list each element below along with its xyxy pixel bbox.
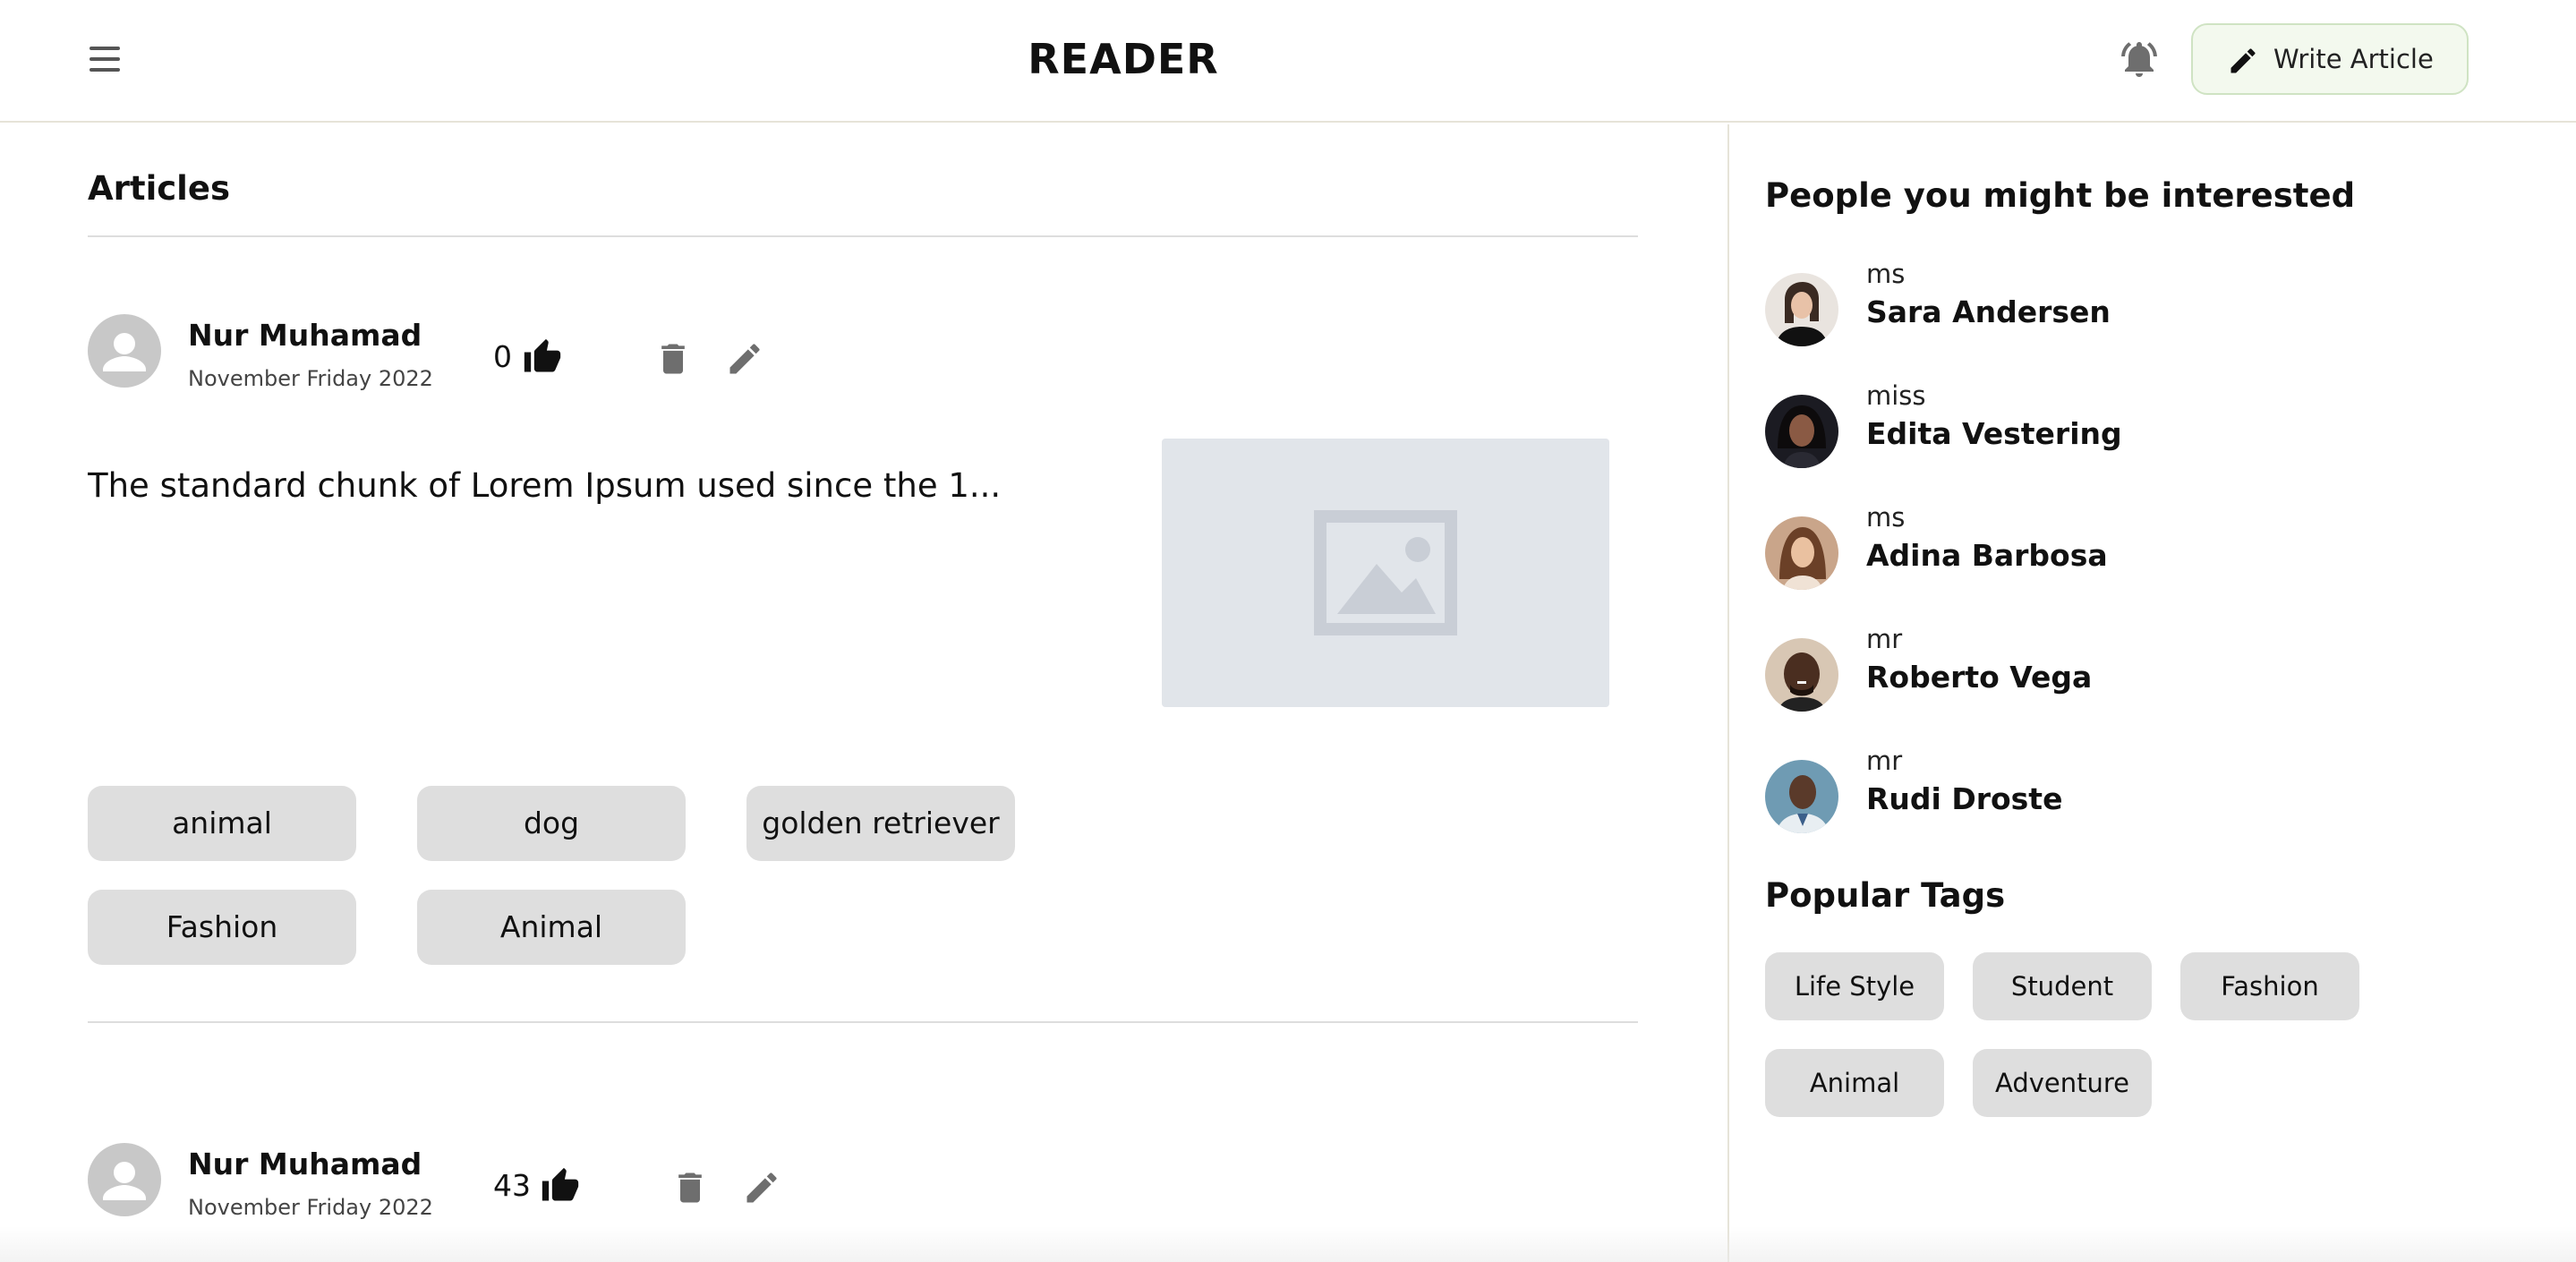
popular-tag[interactable]: Life Style <box>1765 952 1944 1020</box>
person-suggestion[interactable]: miss Edita Vestering <box>1765 380 2392 479</box>
app-title: READER <box>1028 35 1219 83</box>
person-avatar <box>1765 273 1838 346</box>
delete-icon[interactable] <box>670 1168 710 1207</box>
like-count: 43 <box>493 1168 531 1203</box>
person-suggestion[interactable]: ms Sara Andersen <box>1765 259 2392 357</box>
article-tag[interactable]: golden retriever <box>746 786 1015 861</box>
delete-icon[interactable] <box>653 339 693 379</box>
write-article-label: Write Article <box>2273 44 2434 74</box>
person-name: Rudi Droste <box>1866 781 2063 816</box>
pencil-icon <box>2227 45 2259 77</box>
popular-tag[interactable]: Fashion <box>2180 952 2359 1020</box>
popular-tag[interactable]: Adventure <box>1973 1049 2152 1117</box>
notification-bell-icon[interactable] <box>2118 38 2161 81</box>
popular-tags-heading: Popular Tags <box>1765 876 2006 915</box>
article-date: November Friday 2022 <box>188 366 433 391</box>
articles-heading: Articles <box>88 169 230 208</box>
article-tag[interactable]: animal <box>88 786 356 861</box>
article-excerpt[interactable]: The standard chunk of Lorem Ipsum used s… <box>88 466 1126 505</box>
image-placeholder-icon <box>1314 510 1457 635</box>
author-avatar-icon[interactable] <box>88 1143 161 1216</box>
thumbs-up-icon[interactable] <box>523 337 562 377</box>
article-tag[interactable]: dog <box>417 786 686 861</box>
person-name: Sara Andersen <box>1866 294 2111 329</box>
edit-icon[interactable] <box>742 1168 781 1207</box>
author-name[interactable]: Nur Muhamad <box>188 318 422 353</box>
person-suggestion[interactable]: ms Adina Barbosa <box>1765 502 2392 601</box>
person-title: mr <box>1866 746 1903 776</box>
like-count: 0 <box>493 339 512 374</box>
article-image[interactable] <box>1162 439 1609 707</box>
article-tag[interactable]: Fashion <box>88 890 356 965</box>
person-title: ms <box>1866 259 1906 289</box>
popular-tag[interactable]: Student <box>1973 952 2152 1020</box>
author-avatar-icon[interactable] <box>88 314 161 388</box>
thumbs-up-icon[interactable] <box>541 1166 580 1206</box>
hamburger-menu-icon[interactable] <box>84 41 125 77</box>
divider <box>88 235 1638 237</box>
edit-icon[interactable] <box>725 339 764 379</box>
top-app-bar: READER Write Article <box>0 0 2576 123</box>
article-tag[interactable]: Animal <box>417 890 686 965</box>
people-heading: People you might be interested <box>1765 176 2356 215</box>
articles-feed: Articles Nur Muhamad November Friday 202… <box>0 124 1727 1262</box>
person-name: Roberto Vega <box>1866 660 2093 695</box>
popular-tag[interactable]: Animal <box>1765 1049 1944 1117</box>
person-suggestion[interactable]: mr Rudi Droste <box>1765 746 2392 844</box>
divider <box>88 1021 1638 1023</box>
person-title: miss <box>1866 380 1926 411</box>
author-name[interactable]: Nur Muhamad <box>188 1147 422 1181</box>
article-date: November Friday 2022 <box>188 1195 433 1220</box>
person-title: mr <box>1866 624 1903 654</box>
right-sidebar: People you might be interested ms Sara A… <box>1727 124 2576 1262</box>
person-avatar <box>1765 516 1838 590</box>
person-avatar <box>1765 395 1838 468</box>
person-name: Adina Barbosa <box>1866 538 2108 573</box>
write-article-button[interactable]: Write Article <box>2191 23 2469 95</box>
person-name: Edita Vestering <box>1866 416 2122 451</box>
person-avatar <box>1765 638 1838 712</box>
person-title: ms <box>1866 502 1906 533</box>
person-avatar <box>1765 760 1838 833</box>
person-suggestion[interactable]: mr Roberto Vega <box>1765 624 2392 722</box>
